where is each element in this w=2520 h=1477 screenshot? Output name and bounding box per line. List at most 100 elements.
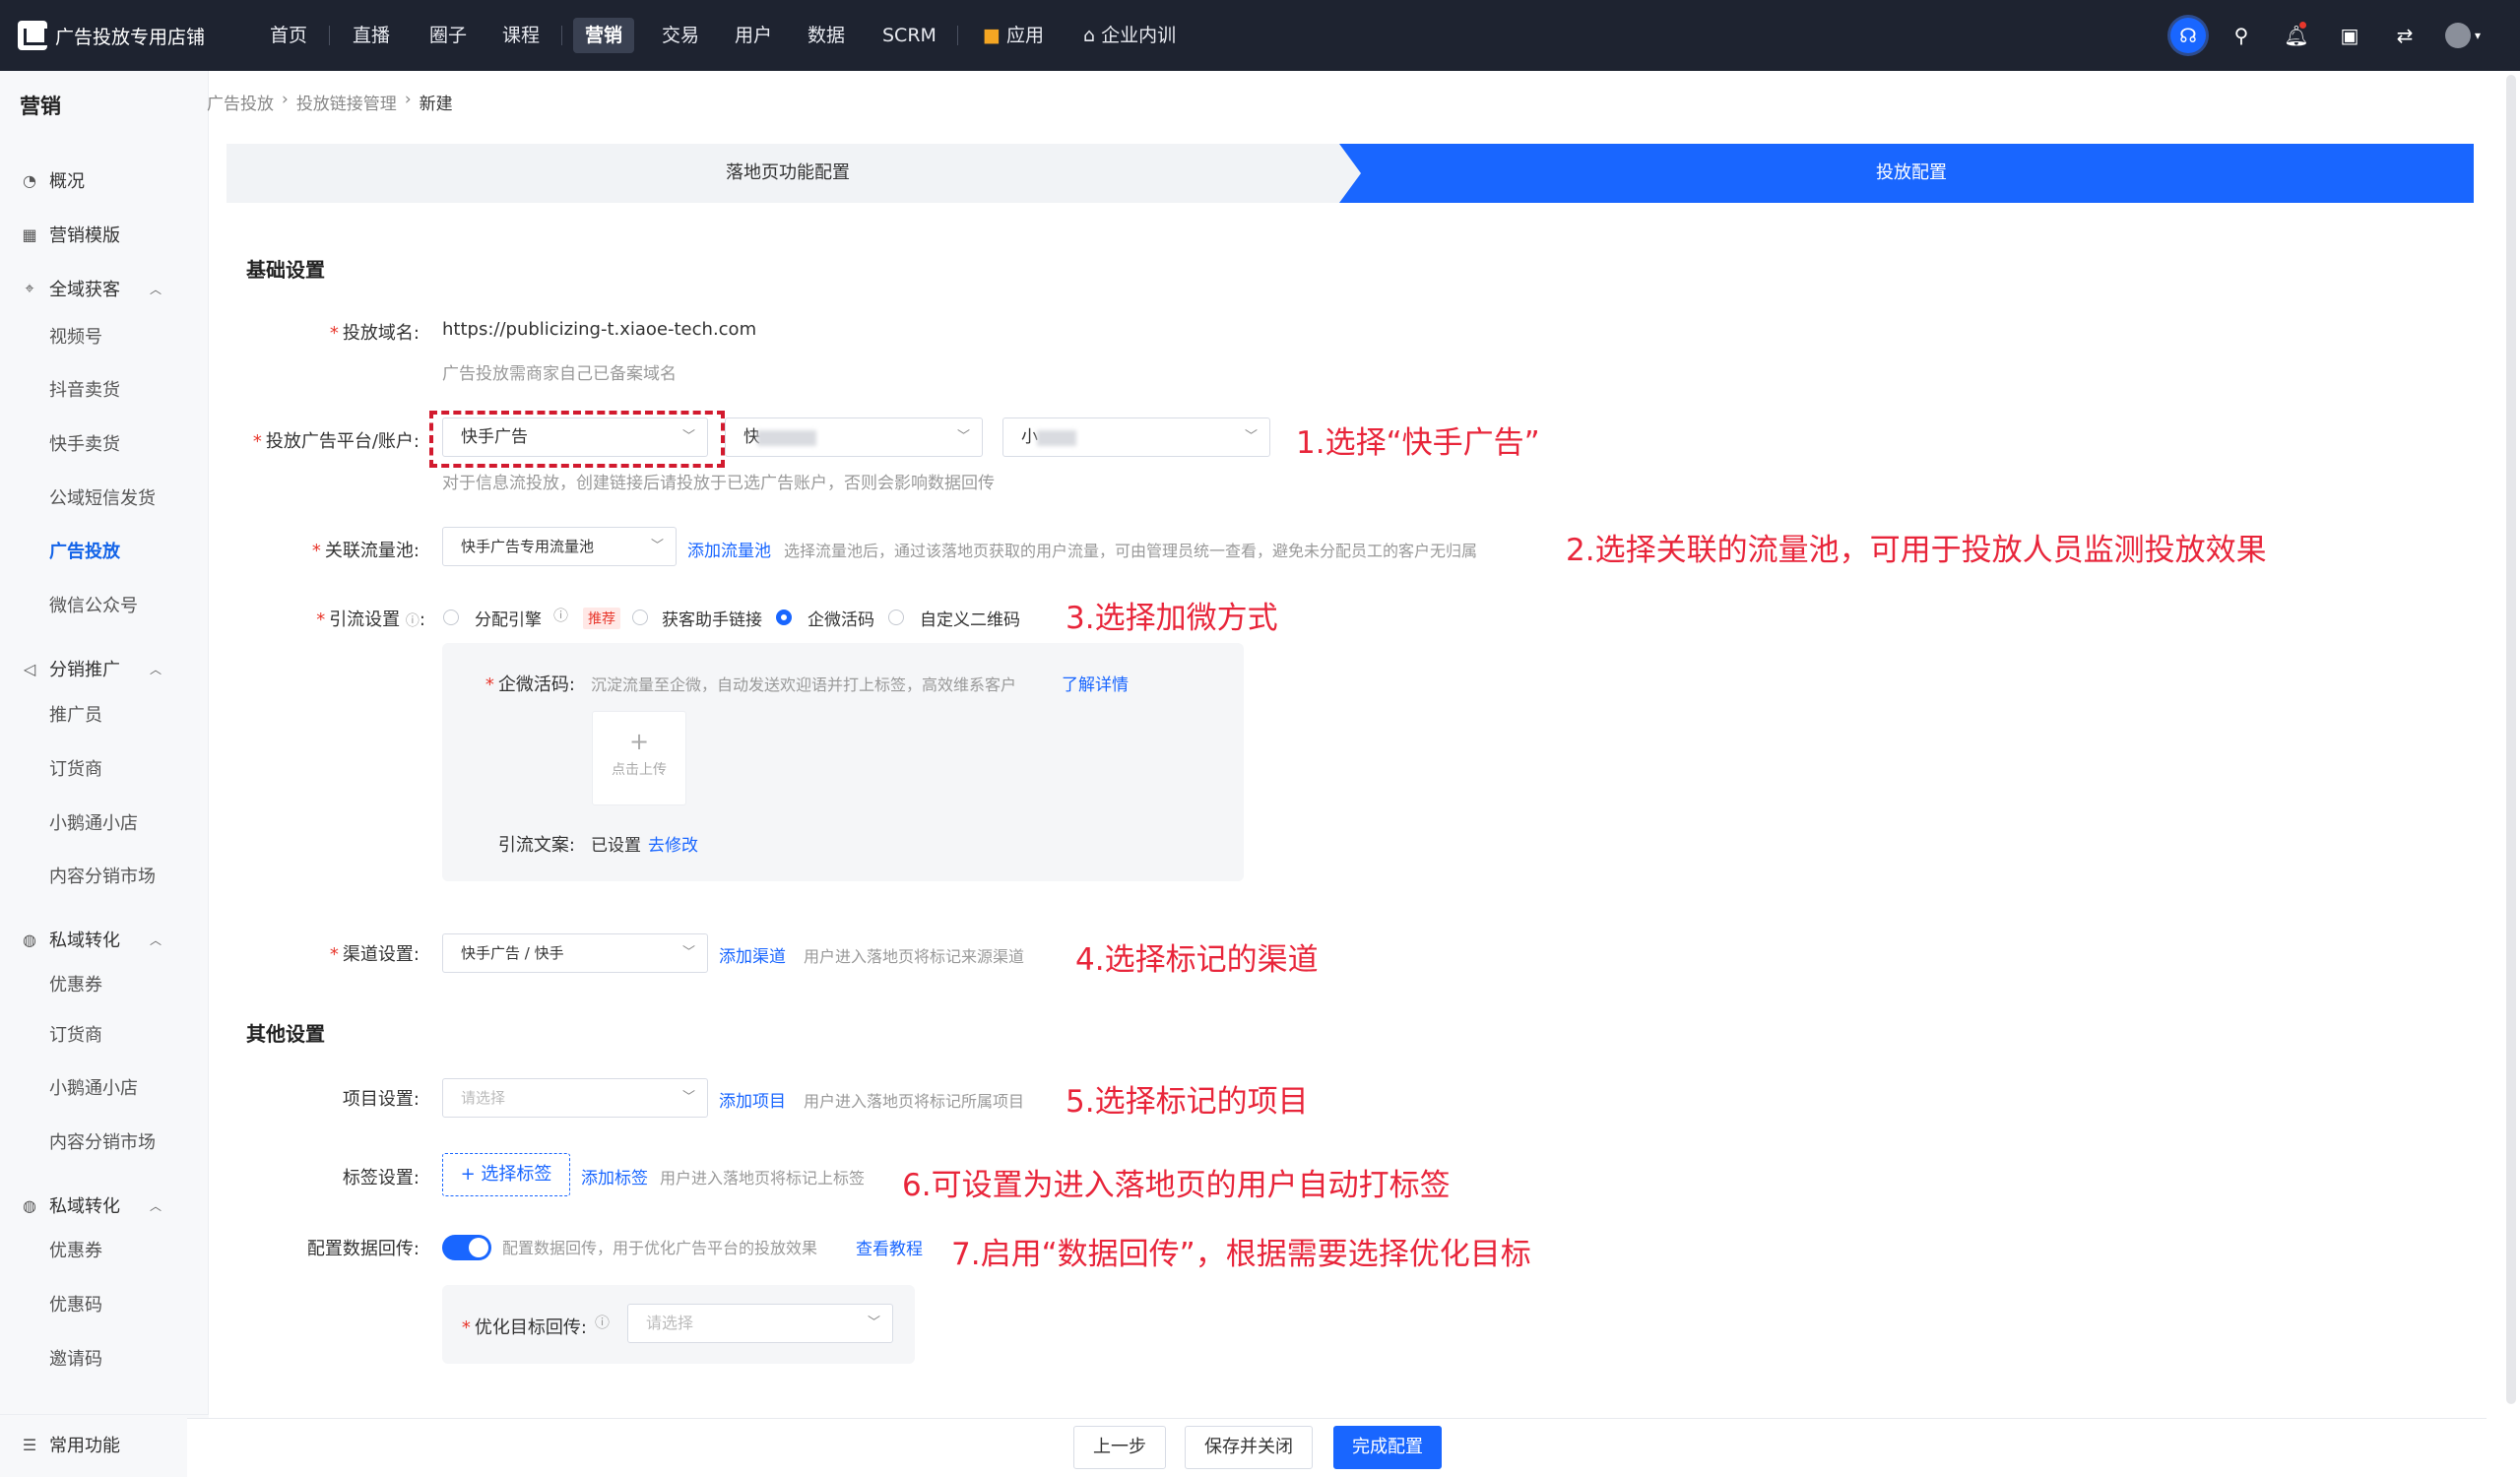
breadcrumb-item[interactable]: 广告投放 (207, 90, 274, 114)
nav-live[interactable]: 直播 (341, 18, 402, 53)
sidebar-sub-dealer[interactable]: 订货商 (49, 1021, 102, 1051)
prev-button[interactable]: 上一步 (1073, 1426, 1166, 1469)
support-icon[interactable]: ☊ (2170, 18, 2206, 53)
nav-scrm[interactable]: SCRM (871, 18, 948, 53)
select-tag-button[interactable]: + 选择标签 (442, 1153, 570, 1196)
wecom-code-hint: 沉淀流量至企微，自动发送欢迎语并打上标签，高效维系客户 (591, 675, 1017, 694)
switch-icon[interactable]: ⇄ (2387, 18, 2423, 53)
step-delivery-config[interactable]: 投放配置 (1349, 144, 2474, 203)
sidebar-sub-invite-code[interactable]: 邀请码 (49, 1345, 102, 1375)
step-landing-config[interactable]: 落地页功能配置 (226, 144, 1349, 203)
sidebar-sub-coupon[interactable]: 优惠券 (49, 971, 102, 1000)
finish-button[interactable]: 完成配置 (1333, 1426, 1442, 1469)
sidebar-sub-wechat-mp[interactable]: 微信公众号 (49, 592, 138, 621)
chevron-down-icon: ﹀ (1244, 429, 1258, 444)
nav-course[interactable]: 课程 (490, 18, 551, 53)
edit-copy-link[interactable]: 去修改 (648, 831, 698, 856)
sidebar-sub-ads[interactable]: 广告投放 (49, 538, 120, 567)
add-pool-link[interactable]: 添加流量池 (687, 537, 771, 561)
avatar[interactable]: ▾ (2438, 18, 2488, 53)
store-icon[interactable]: ▣ (2332, 18, 2367, 53)
section-title-other: 其他设置 (246, 1022, 325, 1046)
annotation-6: 6.可设置为进入落地页的用户自动打标签 (902, 1168, 1451, 1203)
annotation-4: 4.选择标记的渠道 (1075, 942, 1319, 978)
sidebar-sub-market[interactable]: 内容分销市场 (49, 1128, 156, 1158)
account-select[interactable]: 快 ﹀ (725, 417, 983, 457)
search-icon[interactable]: ⚲ (2224, 18, 2259, 53)
channel-hint: 用户进入落地页将标记来源渠道 (804, 947, 1025, 966)
sidebar-sub-dealer[interactable]: 订货商 (49, 755, 102, 785)
domain-value: https://publicizing-t.xiaoe-tech.com (442, 319, 757, 340)
nav-trade[interactable]: 交易 (650, 18, 711, 53)
redacted-text (757, 430, 816, 446)
sub-account-select[interactable]: 小 ﹀ (1002, 417, 1270, 457)
sidebar-sub-shop[interactable]: 小鹅通小店 (49, 809, 138, 839)
radio-engine[interactable] (443, 610, 459, 625)
radio-engine-label: 分配引擎 (475, 610, 542, 630)
sidebar-item-private[interactable]: ◍ 私域转化 ︿ (20, 925, 162, 954)
chevron-down-icon: ﹀ (681, 945, 695, 960)
nav-circle[interactable]: 圈子 (418, 18, 479, 53)
radio-wecom-code[interactable] (776, 610, 792, 625)
sidebar-item-acquisition[interactable]: ⌖ 全域获客 ︿ (20, 274, 162, 303)
tag-label: 标签设置: (342, 1168, 420, 1188)
add-project-link[interactable]: 添加项目 (719, 1087, 786, 1112)
sidebar-sub-douyin[interactable]: 抖音卖货 (49, 376, 120, 406)
nav-training[interactable]: ⌂ 企业内训 (1071, 18, 1188, 53)
section-title-basic: 基础设置 (246, 258, 325, 282)
sidebar-sub-market[interactable]: 内容分销市场 (49, 863, 156, 892)
chevron-up-icon: ︿ (150, 282, 162, 296)
chevron-up-icon: ︿ (150, 662, 162, 676)
domain-hint: 广告投放需商家自己已备案域名 (442, 364, 677, 384)
megaphone-icon: ◁ (23, 659, 36, 678)
sidebar-sub-shop[interactable]: 小鹅通小店 (49, 1074, 138, 1104)
annotation-2: 2.选择关联的流量池，可用于投放人员监测投放效果 (1566, 533, 2267, 568)
pool-select[interactable]: 快手广告专用流量池 ﹀ (442, 527, 677, 566)
save-close-button[interactable]: 保存并关闭 (1185, 1426, 1313, 1469)
sidebar-sub-sms[interactable]: 公域短信发货 (49, 484, 156, 514)
platform-hint: 对于信息流投放，创建链接后请投放于已选广告账户，否则会影响数据回传 (442, 474, 995, 493)
callback-toggle[interactable] (442, 1235, 491, 1260)
sidebar-sub-promo-code[interactable]: 优惠码 (49, 1291, 102, 1320)
upload-button[interactable]: + 点击上传 (592, 711, 686, 805)
sidebar-sub-kuaishou[interactable]: 快手卖货 (49, 430, 120, 460)
tag-hint: 用户进入落地页将标记上标签 (660, 1169, 866, 1188)
opt-select[interactable]: 请选择 ﹀ (627, 1304, 893, 1343)
learn-more-link[interactable]: 了解详情 (1062, 671, 1129, 695)
breadcrumb-item[interactable]: 投放链接管理 (296, 90, 397, 114)
sidebar-item-private-2[interactable]: ◍ 私域转化 ︿ (20, 1190, 162, 1220)
sidebar-sub-promoter[interactable]: 推广员 (49, 701, 102, 731)
callback-label: 配置数据回传: (306, 1239, 420, 1259)
add-channel-link[interactable]: 添加渠道 (719, 942, 786, 967)
sidebar-item-distribution[interactable]: ◁ 分销推广 ︿ (20, 654, 162, 683)
sidebar-item-templates[interactable]: ▦ 营销模版 (20, 220, 120, 249)
nav-data[interactable]: 数据 (796, 18, 857, 53)
chevron-up-icon: ︿ (150, 932, 162, 947)
sidebar-sub-coupon[interactable]: 优惠券 (49, 1237, 102, 1266)
sidebar-item-label: 营销模版 (49, 225, 120, 246)
channel-select[interactable]: 快手广告 / 快手 ﹀ (442, 933, 708, 973)
store-brand[interactable]: 广告投放专用店铺 (18, 18, 205, 53)
nav-users[interactable]: 用户 (723, 18, 784, 53)
scrollbar[interactable] (2506, 75, 2516, 1404)
project-select[interactable]: 请选择 ﹀ (442, 1078, 708, 1118)
sidebar-sub-video[interactable]: 视频号 (49, 323, 102, 353)
tutorial-link[interactable]: 查看教程 (856, 1235, 923, 1259)
sidebar-common-functions[interactable]: ☰ 常用功能 (20, 1430, 120, 1459)
channel-label: * 渠道设置: (329, 944, 420, 965)
chevron-down-icon: ▾ (2474, 29, 2482, 42)
radio-wecom-code-label: 企微活码 (808, 610, 874, 630)
radio-assistant[interactable] (632, 610, 648, 625)
sidebar-item-label: 概况 (49, 171, 85, 192)
sidebar-item-overview[interactable]: ◔ 概况 (20, 165, 85, 195)
nav-apps[interactable]: ■ 应用 (971, 18, 1056, 53)
radio-custom-qr[interactable] (888, 610, 904, 625)
chevron-right-icon: › (282, 90, 289, 109)
add-tag-link[interactable]: 添加标签 (581, 1164, 648, 1188)
upload-label: 点击上传 (612, 762, 667, 778)
bell-icon[interactable]: 🔔︎ (2279, 18, 2314, 53)
callback-hint: 配置数据回传，用于优化广告平台的投放效果 (502, 1239, 818, 1257)
nav-home[interactable]: 首页 (258, 18, 319, 53)
step-arrow (1339, 144, 1361, 203)
nav-marketing[interactable]: 营销 (573, 18, 635, 53)
